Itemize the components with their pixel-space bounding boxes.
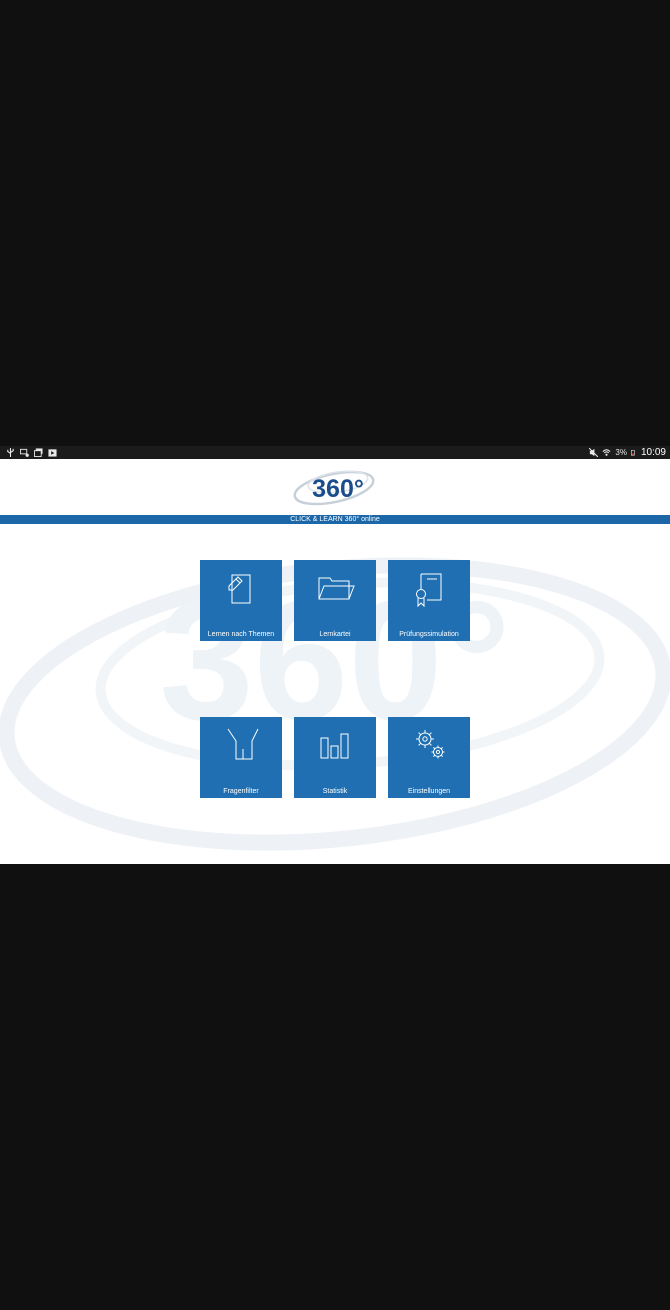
- app-header: 360°: [0, 459, 670, 515]
- certificate-icon: [416, 573, 442, 608]
- tile-label: Lernkartei: [319, 631, 351, 638]
- wifi-icon: [602, 449, 611, 456]
- status-bar: 3% 10:09: [0, 446, 670, 459]
- app-banner: CLICK & LEARN 360° online: [0, 515, 670, 524]
- tile-statistik[interactable]: Statistik: [294, 717, 376, 798]
- tile-label: Einstellungen: [407, 788, 451, 795]
- document-pen-icon: [228, 574, 251, 604]
- tile-label: Statistik: [322, 788, 348, 795]
- tile-fragenfilter[interactable]: Fragenfilter: [200, 717, 282, 798]
- tile-label: Fragenfilter: [223, 788, 259, 795]
- app-logo: 360°: [293, 470, 375, 506]
- gallery-icon: [34, 448, 43, 457]
- folder-icon: [318, 577, 355, 600]
- tile-lernen-nach-themen[interactable]: Lernen nach Themen: [200, 560, 282, 641]
- battery-percent: 3%: [615, 448, 627, 457]
- tile-pruefungssimulation[interactable]: Prüfungssimulation: [388, 560, 470, 641]
- tile-lernkartei[interactable]: Lernkartei: [294, 560, 376, 641]
- tile-label: Lernen nach Themen: [207, 631, 275, 638]
- tile-einstellungen[interactable]: Einstellungen: [388, 717, 470, 798]
- battery-icon: [630, 450, 635, 456]
- mute-icon: [589, 448, 599, 457]
- clock: 10:09: [640, 447, 666, 458]
- gears-icon: [416, 730, 445, 759]
- play-store-icon: [48, 449, 57, 457]
- tile-label: Prüfungssimulation: [399, 631, 459, 638]
- usb-icon: [7, 448, 14, 457]
- filter-icon: [227, 728, 259, 760]
- screen-cast-icon: [20, 448, 29, 457]
- app-screen: 3% 10:09 360° 360° CLICK & LEARN 360° on…: [0, 446, 670, 864]
- bar-chart-icon: [320, 733, 349, 759]
- logo-text: 360°: [312, 475, 364, 503]
